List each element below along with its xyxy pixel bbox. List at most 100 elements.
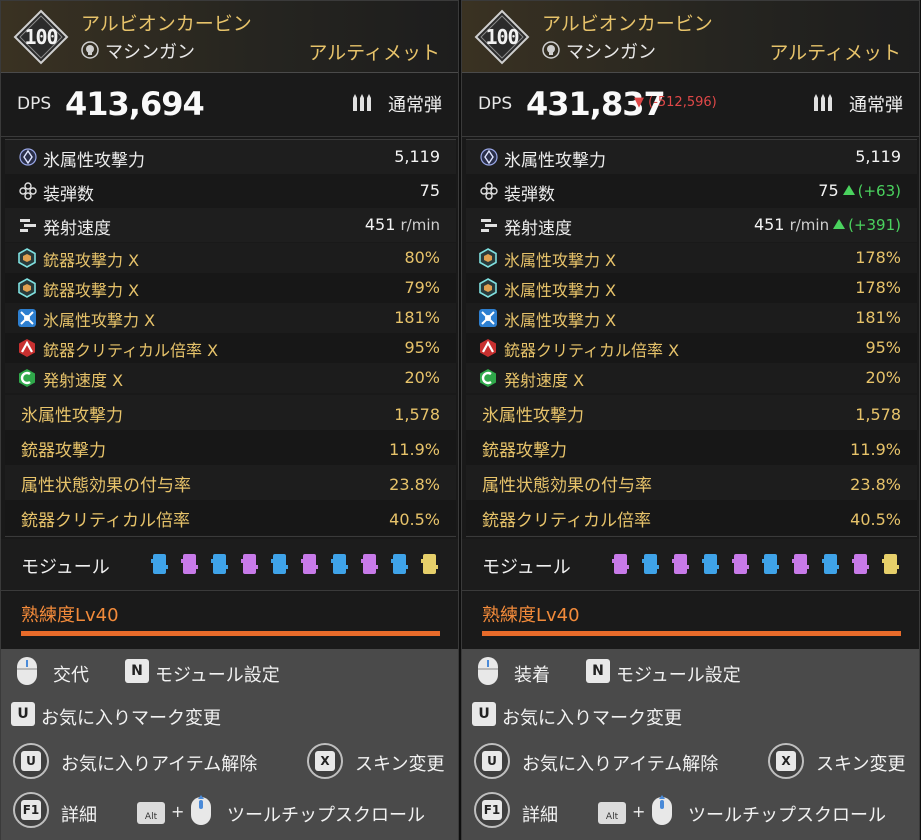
sub-stat-row: 氷属性攻撃力 X 178% <box>466 243 917 273</box>
x-round-key[interactable]: X <box>768 743 804 779</box>
module-settings-label[interactable]: モジュール設定 <box>616 661 741 687</box>
u-round-key[interactable]: U <box>13 743 49 779</box>
level-badge: 100 <box>13 9 69 65</box>
stat-value: 75 <box>419 181 440 200</box>
mouse-action-label[interactable]: 交代 <box>53 661 89 687</box>
skull-icon <box>81 41 99 59</box>
module-slot-blue <box>151 554 168 574</box>
extra-stats: 氷属性攻撃力 1,578 銃器攻撃力 11.9% 属性状態効果の付与率 23.8… <box>5 395 456 537</box>
extra-stat-value: 1,578 <box>394 405 440 424</box>
module-slot-purple <box>732 554 749 574</box>
stat-unit: r/min <box>789 216 830 234</box>
tooltip-scroll-label[interactable]: ツールチップスクロール <box>227 801 425 827</box>
module-settings-label[interactable]: モジュール設定 <box>155 661 280 687</box>
module-slot-purple <box>672 554 689 574</box>
f1-round-key[interactable]: F1 <box>474 792 510 828</box>
level-value: 100 <box>485 25 519 49</box>
magazine-icon <box>19 182 37 200</box>
extra-stat-label: 氷属性攻撃力 <box>482 406 584 426</box>
sub-stat-label: 銃器攻撃力 X <box>43 251 140 270</box>
favorite-mark-label[interactable]: お気に入りマーク変更 <box>502 704 682 730</box>
n-key[interactable]: N <box>125 659 149 683</box>
module-slot-blue <box>271 554 288 574</box>
sub-stat-row: 発射速度 X 20% <box>5 363 456 393</box>
sub-stat-row: 氷属性攻撃力 X 181% <box>5 303 456 333</box>
tooltip-comparison: 100 アルビオンカービン マシンガン アルティメット DPS 413,694 … <box>0 0 921 840</box>
dps-value: 413,694 <box>65 85 205 123</box>
ice-attribute-icon <box>480 148 498 166</box>
module-slot-purple <box>852 554 869 574</box>
basic-stats: 氷属性攻撃力 5,119 装弾数 75 発射速度 451 r/min <box>5 139 456 242</box>
proficiency-label: 熟練度Lv40 <box>482 605 580 626</box>
favorite-item-release-label[interactable]: お気に入りアイテム解除 <box>522 750 718 776</box>
sub-stats: 銃器攻撃力 X 80% 銃器攻撃力 X 79% 氷属性攻撃力 X 181% 銃器… <box>5 243 456 393</box>
skin-change-label[interactable]: スキン変更 <box>355 750 444 776</box>
key-hints: 交代 N モジュール設定 U お気に入りマーク変更 U お気に入りアイテム解除 … <box>1 649 458 840</box>
sub-stat-label: 発射速度 X <box>504 371 585 390</box>
module-slot-blue <box>822 554 839 574</box>
alt-key[interactable]: Alt <box>137 802 165 824</box>
sub-stat-value: 181% <box>394 308 440 327</box>
mouse-icon[interactable] <box>476 655 500 687</box>
module-row: モジュール <box>1 539 458 591</box>
extra-stat-label: 属性状態効果の付与率 <box>482 476 652 496</box>
weapon-name: アルビオンカービン <box>81 13 252 35</box>
proficiency-row: 熟練度Lv40 <box>1 593 458 649</box>
extra-stat-value: 11.9% <box>850 440 901 459</box>
stat-label: 氷属性攻撃力 <box>504 151 606 171</box>
hexagon-cyan-icon <box>479 278 497 298</box>
x-round-key[interactable]: X <box>307 743 343 779</box>
favorite-mark-label[interactable]: お気に入りマーク変更 <box>41 704 221 730</box>
extra-stat-label: 氷属性攻撃力 <box>21 406 123 426</box>
mouse-scroll-icon[interactable] <box>189 795 213 827</box>
extra-stat-label: 銃器クリティカル倍率 <box>482 511 651 531</box>
ammo-type-label: 通常弾 <box>388 95 442 116</box>
mouse-icon[interactable] <box>15 655 39 687</box>
level-badge: 100 <box>474 9 530 65</box>
extra-stat-value: 40.5% <box>389 510 440 529</box>
sub-stat-row: 氷属性攻撃力 X 181% <box>466 303 917 333</box>
extra-stat-label: 銃器攻撃力 <box>21 441 106 461</box>
module-slot-blue <box>762 554 779 574</box>
favorite-item-release-label[interactable]: お気に入りアイテム解除 <box>61 750 257 776</box>
mouse-scroll-icon[interactable] <box>650 795 674 827</box>
skin-change-label[interactable]: スキン変更 <box>816 750 905 776</box>
ammo-type-label: 通常弾 <box>849 95 903 116</box>
hexagon-cyan-icon <box>18 278 36 298</box>
stat-row: 発射速度 451 r/min <box>5 208 456 242</box>
details-label[interactable]: 詳細 <box>61 801 97 827</box>
stat-label: 氷属性攻撃力 <box>43 151 145 171</box>
sub-stat-label: 銃器攻撃力 X <box>43 281 140 300</box>
dps-label: DPS <box>17 94 52 114</box>
module-slot-purple <box>361 554 378 574</box>
extra-stat-row: 氷属性攻撃力 1,578 <box>466 395 917 430</box>
dps-row: DPS 413,694 通常弾 <box>1 73 458 137</box>
critical-red-icon <box>480 339 496 357</box>
tooltip-scroll-label[interactable]: ツールチップスクロール <box>688 801 886 827</box>
module-slot-yellow <box>882 554 899 574</box>
extra-stat-value: 11.9% <box>389 440 440 459</box>
u-key[interactable]: U <box>11 702 35 726</box>
details-label[interactable]: 詳細 <box>522 801 558 827</box>
module-slot-blue <box>642 554 659 574</box>
u-round-key[interactable]: U <box>474 743 510 779</box>
increase-arrow-icon <box>833 219 846 229</box>
alt-key[interactable]: Alt <box>598 802 626 824</box>
fire-rate-green-icon <box>19 369 35 387</box>
stat-label: 装弾数 <box>43 185 94 205</box>
sub-stat-value: 20% <box>865 368 901 387</box>
module-slot-purple <box>612 554 629 574</box>
mouse-action-label[interactable]: 装着 <box>514 661 550 687</box>
n-key[interactable]: N <box>586 659 610 683</box>
extra-stat-row: 氷属性攻撃力 1,578 <box>5 395 456 430</box>
rarity-label: アルティメット <box>308 42 440 64</box>
module-label: モジュール <box>482 557 571 578</box>
f1-round-key[interactable]: F1 <box>13 792 49 828</box>
sub-stat-value: 79% <box>404 278 440 297</box>
plus-sign: + <box>171 802 185 821</box>
proficiency-bar <box>21 631 440 636</box>
sub-stat-value: 181% <box>855 308 901 327</box>
stat-value: 5,119 <box>855 147 901 166</box>
u-key[interactable]: U <box>472 702 496 726</box>
stat-value: 451 <box>753 215 785 234</box>
